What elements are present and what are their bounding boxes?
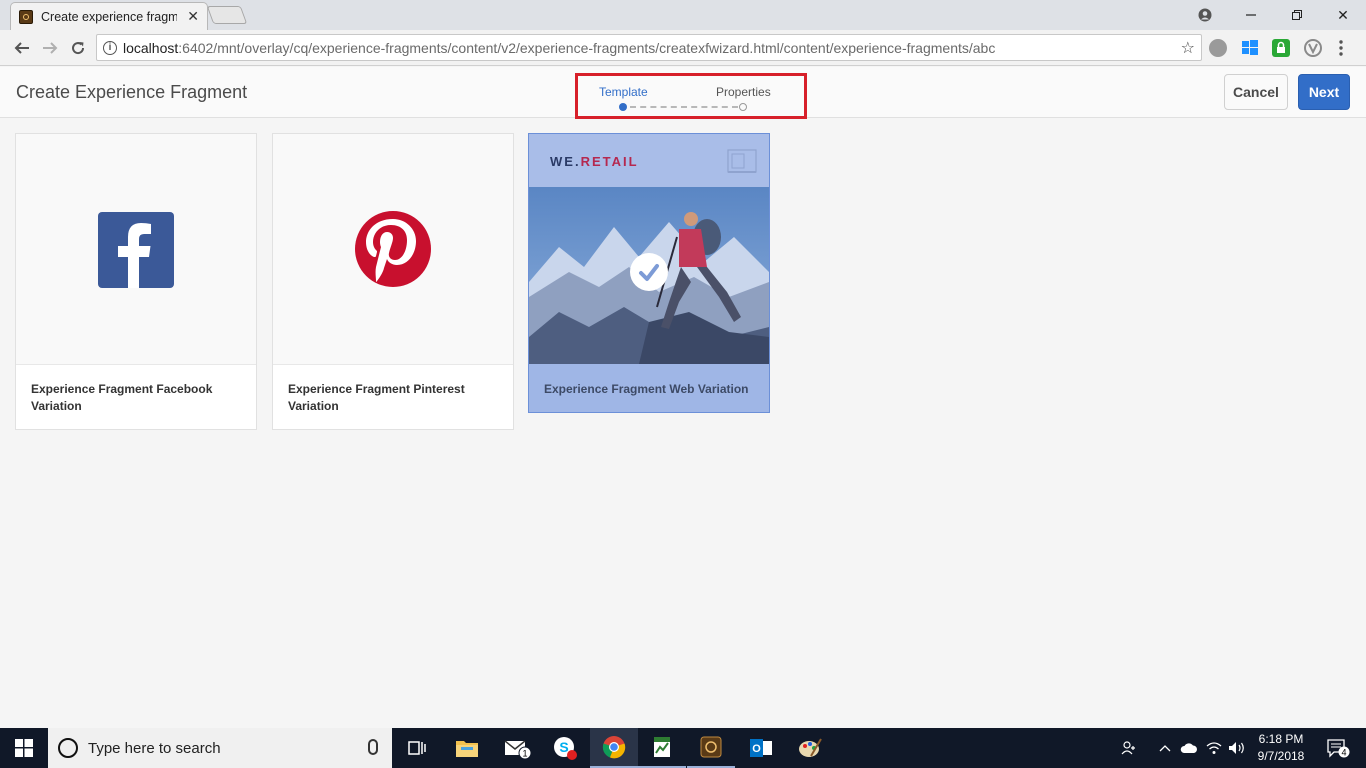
- browser-toolbar: i localhost:6402/mnt/overlay/cq/experien…: [0, 30, 1366, 66]
- template-card-web-selected[interactable]: WE.RETAIL Experience Fragment Web Variat…: [528, 133, 770, 413]
- url-text: localhost:6402/mnt/overlay/cq/experience…: [123, 39, 996, 56]
- pinterest-icon: [355, 211, 431, 287]
- forward-icon[interactable]: [40, 38, 60, 58]
- chrome-icon[interactable]: [590, 728, 638, 768]
- aem-favicon-icon: [19, 9, 33, 24]
- next-button[interactable]: Next: [1298, 74, 1350, 110]
- svg-text:1: 1: [522, 749, 527, 759]
- browser-menu-icon[interactable]: [1338, 39, 1348, 57]
- card-label: Experience Fragment Web Variation: [544, 382, 749, 396]
- we-retail-logo: WE.RETAIL: [550, 154, 639, 169]
- card-thumbnail: [273, 134, 513, 365]
- extension-lock-icon[interactable]: [1272, 39, 1290, 57]
- onedrive-icon[interactable]: [1178, 728, 1200, 768]
- step-template-dot: [619, 103, 627, 111]
- we-retail-header: WE.RETAIL: [529, 134, 769, 187]
- mail-icon[interactable]: 1: [493, 728, 541, 768]
- minimize-icon[interactable]: [1228, 0, 1274, 30]
- extension-windows-icon[interactable]: [1241, 39, 1259, 57]
- wizard-steps: Template Properties: [575, 73, 807, 119]
- windows-taskbar: Type here to search 1 S O 6:18 PM 9/7/20…: [0, 728, 1366, 768]
- card-label: Experience Fragment Facebook Variation: [31, 382, 213, 413]
- action-center-icon[interactable]: 4: [1320, 728, 1356, 768]
- file-explorer-icon[interactable]: [443, 728, 491, 768]
- tab-title: Create experience fragme: [41, 9, 177, 24]
- svg-text:S: S: [559, 739, 568, 755]
- cortana-icon: [58, 738, 78, 758]
- storefront-icon: [727, 149, 757, 173]
- skype-icon[interactable]: S: [541, 728, 589, 768]
- cancel-button[interactable]: Cancel: [1224, 74, 1288, 110]
- outlook-icon[interactable]: O: [737, 728, 785, 768]
- system-clock[interactable]: 6:18 PM 9/7/2018: [1250, 731, 1312, 765]
- tab-close-icon[interactable]: ✕: [187, 8, 199, 25]
- reload-icon[interactable]: [68, 38, 88, 58]
- aem-app-icon[interactable]: [687, 728, 735, 768]
- svg-text:O: O: [752, 743, 761, 755]
- taskbar-search[interactable]: Type here to search: [48, 728, 392, 768]
- card-label: Experience Fragment Pinterest Variation: [288, 382, 465, 413]
- facebook-icon: [98, 212, 174, 288]
- step-template-label[interactable]: Template: [599, 85, 648, 99]
- step-connector: [630, 106, 738, 108]
- address-bar[interactable]: i localhost:6402/mnt/overlay/cq/experien…: [96, 34, 1202, 61]
- extension-v-icon[interactable]: [1304, 39, 1322, 57]
- restore-icon[interactable]: [1274, 0, 1320, 30]
- wizard-header: Create Experience Fragment Template Prop…: [0, 67, 1366, 119]
- bookmark-star-icon[interactable]: ☆: [1181, 38, 1195, 58]
- template-card-pinterest[interactable]: Experience Fragment Pinterest Variation: [272, 133, 514, 430]
- search-placeholder: Type here to search: [88, 739, 221, 757]
- step-properties-label[interactable]: Properties: [716, 85, 771, 99]
- paint-icon[interactable]: [786, 728, 834, 768]
- people-icon[interactable]: [1116, 728, 1142, 768]
- browser-titlebar: Create experience fragme ✕ ✕: [0, 0, 1366, 30]
- template-card-facebook[interactable]: Experience Fragment Facebook Variation: [15, 133, 257, 430]
- close-window-icon[interactable]: ✕: [1320, 0, 1366, 30]
- selected-check-icon: [630, 253, 668, 291]
- clock-date: 9/7/2018: [1257, 749, 1305, 763]
- wifi-icon[interactable]: [1203, 728, 1225, 768]
- windows-start-icon[interactable]: [0, 728, 48, 768]
- card-thumbnail: [16, 134, 256, 365]
- show-hidden-icons-icon[interactable]: [1154, 728, 1176, 768]
- profile-icon[interactable]: [1182, 0, 1228, 30]
- page-title: Create Experience Fragment: [16, 82, 248, 102]
- volume-icon[interactable]: [1226, 728, 1248, 768]
- step-properties-dot: [739, 103, 747, 111]
- clock-time: 6:18 PM: [1258, 732, 1304, 746]
- site-info-icon[interactable]: i: [103, 40, 117, 55]
- svg-text:4: 4: [1341, 747, 1346, 757]
- task-view-icon[interactable]: [393, 728, 441, 768]
- back-icon[interactable]: [12, 38, 32, 58]
- extension-gray-icon[interactable]: [1209, 39, 1227, 57]
- browser-tab[interactable]: Create experience fragme ✕: [10, 2, 208, 30]
- spreadsheet-icon[interactable]: [638, 728, 686, 768]
- microphone-icon[interactable]: [368, 739, 378, 755]
- new-tab-button[interactable]: [206, 6, 248, 24]
